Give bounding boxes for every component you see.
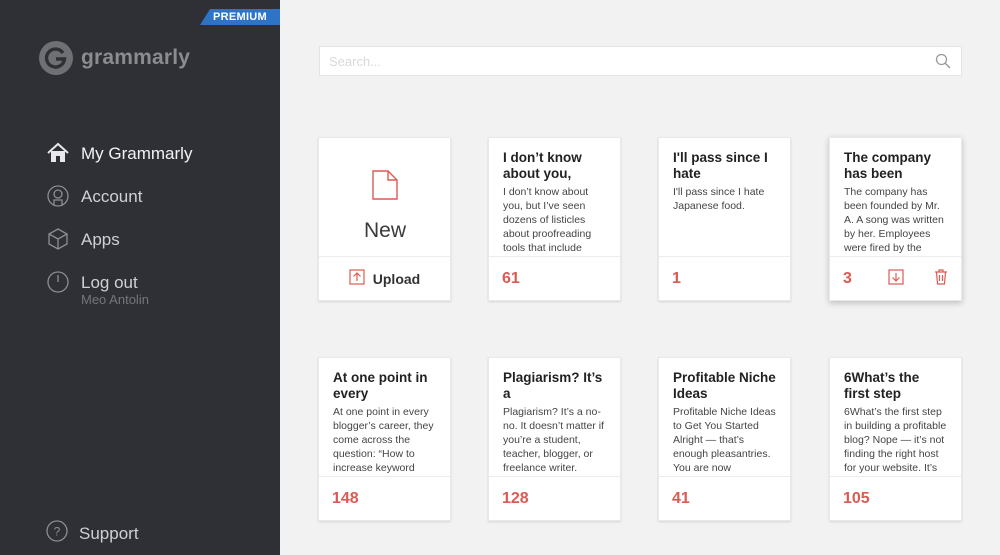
support-link[interactable]: ? Support — [46, 520, 139, 547]
document-title: 6What’s the first step — [844, 370, 920, 401]
document-snippet: The company has been founded by Mr. A. A… — [844, 186, 944, 254]
document-card[interactable]: I don’t know about you, I don’t know abo… — [488, 137, 621, 301]
document-card[interactable]: 6What’s the first step 6What’s the first… — [829, 357, 962, 521]
new-document-area[interactable]: New — [319, 138, 450, 256]
sidebar-item-log-out[interactable]: Log out Meo Antolin — [46, 270, 192, 313]
user-icon — [46, 184, 70, 208]
issue-count: 3 — [843, 269, 852, 287]
document-icon — [372, 170, 398, 205]
document-title: At one point in every — [333, 370, 428, 401]
sidebar-item-apps[interactable]: Apps — [46, 227, 192, 270]
document-title: The company has been — [844, 150, 932, 181]
search-input[interactable] — [320, 47, 961, 75]
document-title: I'll pass since I hate — [673, 150, 768, 181]
document-card[interactable]: Plagiarism? It’s a Plagiarism? It’s a no… — [488, 357, 621, 521]
search-icon[interactable] — [935, 53, 951, 74]
upload-button[interactable]: Upload — [319, 256, 450, 300]
issue-count: 105 — [843, 489, 870, 507]
document-card[interactable]: I'll pass since I hate I'll pass since I… — [658, 137, 791, 301]
upload-icon — [349, 269, 365, 288]
document-card[interactable]: At one point in every At one point in ev… — [318, 357, 451, 521]
document-snippet: I'll pass since I hate Japanese food. — [673, 186, 765, 212]
issue-count: 41 — [672, 489, 690, 507]
sidebar-item-label: My Grammarly — [81, 144, 193, 163]
home-icon — [46, 141, 70, 165]
document-card[interactable]: The company has been The company has bee… — [829, 137, 962, 301]
document-card[interactable]: Profitable Niche Ideas Profitable Niche … — [658, 357, 791, 521]
search-bar — [319, 46, 962, 76]
document-snippet: 6What’s the first step in building a pro… — [844, 406, 947, 474]
issue-count: 148 — [332, 489, 359, 507]
grammarly-g-icon — [39, 41, 73, 75]
power-icon — [46, 270, 70, 294]
download-icon[interactable] — [888, 269, 904, 290]
document-snippet: Profitable Niche Ideas to Get You Starte… — [673, 406, 776, 474]
support-label: Support — [79, 523, 139, 543]
premium-badge: PREMIUM — [200, 9, 280, 25]
document-title: Profitable Niche Ideas — [673, 370, 776, 401]
trash-icon[interactable] — [934, 269, 948, 290]
svg-text:?: ? — [54, 525, 61, 539]
logo-text: grammarly — [81, 46, 191, 69]
document-snippet: At one point in every blogger’s career, … — [333, 406, 434, 474]
issue-count: 128 — [502, 489, 529, 507]
user-name: Meo Antolin — [81, 292, 149, 307]
sidebar-item-label: Apps — [81, 230, 120, 249]
cube-icon — [46, 227, 70, 251]
sidebar-nav: My Grammarly Account Apps Log out Meo An… — [46, 141, 192, 313]
grammarly-logo[interactable]: grammarly — [39, 41, 190, 75]
upload-label: Upload — [372, 270, 421, 287]
document-title: I don’t know about you, — [503, 150, 582, 181]
sidebar-item-my-grammarly[interactable]: My Grammarly — [46, 141, 192, 184]
new-label: New — [363, 219, 406, 242]
sidebar-item-label: Account — [81, 187, 143, 206]
sidebar-item-account[interactable]: Account — [46, 184, 192, 227]
new-document-card[interactable]: New Upload — [318, 137, 451, 301]
help-icon: ? — [46, 520, 68, 547]
document-snippet: I don’t know about you, but I’ve seen do… — [503, 186, 592, 254]
sidebar: PREMIUM grammarly My Grammarly Account A… — [0, 0, 280, 555]
document-snippet: Plagiarism? It’s a no-no. It doesn’t mat… — [503, 406, 604, 474]
issue-count: 61 — [502, 269, 520, 287]
document-title: Plagiarism? It’s a — [503, 370, 603, 401]
issue-count: 1 — [672, 269, 681, 287]
